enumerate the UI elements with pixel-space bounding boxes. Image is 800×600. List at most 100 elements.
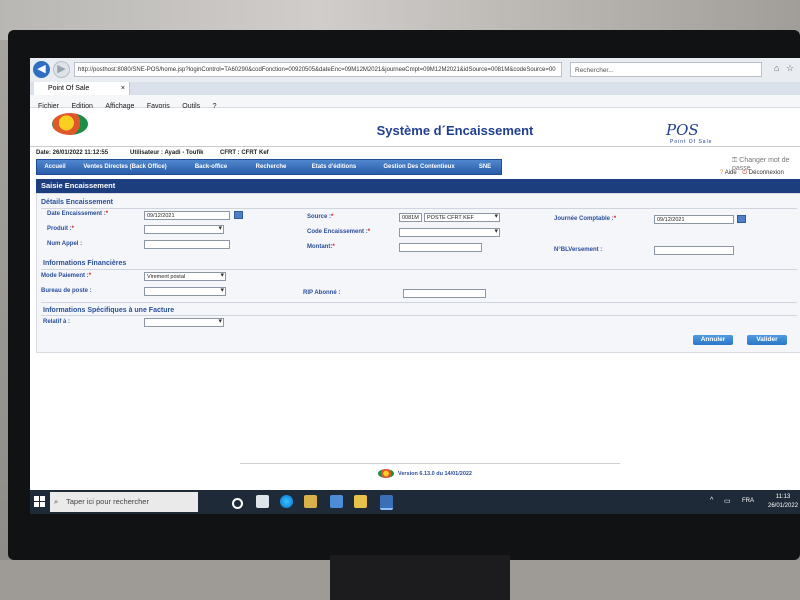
menu-edition[interactable]: Edition — [71, 101, 92, 113]
versement-field[interactable] — [654, 246, 734, 255]
section-details-title: Détails Encaissement — [41, 199, 113, 206]
tray-language[interactable]: FRA — [742, 498, 754, 504]
main-nav: Accueil Ventes Directes (Back Office) Ba… — [36, 159, 502, 175]
session-date: Date: 26/01/2022 11:12:55 — [36, 150, 109, 156]
session-info-bar: Date: 26/01/2022 11:12:55 Utilisateur : … — [30, 146, 800, 159]
date-encaissement-field[interactable]: 09/12/2021 — [144, 211, 230, 220]
tab-sne[interactable]: SNE — [471, 160, 499, 174]
form-panel: Détails Encaissement Date Encaissement :… — [36, 193, 800, 353]
montant-field[interactable] — [399, 243, 482, 252]
pos-logo: POS — [666, 121, 699, 139]
logout-link[interactable]: Déconnexion — [749, 170, 784, 176]
section-divider — [41, 302, 797, 303]
taskbar-search-input[interactable]: ⌕ Taper ici pour rechercher — [50, 492, 198, 512]
logout-icon: ⏻ — [742, 170, 748, 176]
browser-tab[interactable]: Point Of Sale × — [34, 82, 130, 95]
rip-abonne-field[interactable] — [403, 289, 486, 298]
section-divider — [41, 208, 797, 209]
footer-divider — [240, 463, 620, 464]
menu-affichage[interactable]: Affichage — [105, 101, 134, 113]
footer-logo — [378, 469, 394, 478]
tab-etats-editions[interactable]: Etats d'éditions — [301, 160, 367, 174]
home-icon[interactable]: ⌂ — [774, 63, 779, 73]
bureau-poste-select[interactable] — [144, 287, 226, 296]
monitor-stand — [330, 555, 510, 600]
windows-start-icon[interactable] — [34, 496, 45, 507]
tab-title: Point Of Sale — [48, 85, 90, 92]
tray-chevron-icon[interactable]: ^ — [710, 497, 713, 504]
mail-icon[interactable] — [330, 495, 343, 508]
num-appel-field[interactable] — [144, 240, 230, 249]
session-center: CFRT : CFRT Kef — [220, 150, 269, 156]
cancel-button[interactable]: Annuler — [693, 335, 733, 345]
tray-time: 11:13 — [775, 494, 791, 500]
menu-fichier[interactable]: Fichier — [38, 101, 59, 113]
validate-button[interactable]: Valider — [747, 335, 787, 345]
edge-icon[interactable] — [280, 495, 293, 508]
menu-favoris[interactable]: Favoris — [147, 101, 170, 113]
date-encaissement-label: Date Encaissement :* — [47, 211, 109, 217]
tab-back-office[interactable]: Back-office — [181, 160, 241, 174]
rip-abonne-label: RIP Abonné : — [303, 290, 341, 296]
menu-outils[interactable]: Outils — [182, 101, 200, 113]
section-divider — [41, 269, 797, 270]
back-arrow-icon[interactable]: ◀ — [33, 61, 50, 78]
monitor-screen: ◀ ▶ http://posthost:8080/SNE-POS/home.js… — [30, 58, 800, 514]
browser-search-input[interactable]: Rechercher... — [570, 62, 762, 77]
search-icon: ⌕ — [54, 497, 59, 506]
header-links: ? Aide ⏻ Déconnexion — [720, 170, 784, 177]
bureau-poste-label: Bureau de poste : — [41, 288, 92, 294]
montant-label: Montant:* — [307, 244, 335, 250]
network-icon[interactable]: ▭ — [724, 497, 731, 505]
taskbar-search-placeholder: Taper ici pour rechercher — [66, 497, 149, 506]
calendar-icon[interactable] — [234, 211, 243, 219]
url-input[interactable]: http://posthost:8080/SNE-POS/home.jsp?lo… — [74, 62, 562, 77]
tab-gestion-contentieux[interactable]: Gestion Des Contentieux — [369, 160, 469, 174]
section-facture-title: Informations Spécifiques à une Facture — [43, 307, 175, 314]
file-explorer-icon[interactable] — [354, 495, 367, 508]
forward-arrow-icon[interactable]: ▶ — [53, 61, 70, 78]
page-title: Système d´Encaissement — [376, 123, 534, 138]
code-encaissement-label: Code Encaissement :* — [307, 229, 371, 235]
close-icon[interactable]: × — [121, 82, 125, 95]
store-icon[interactable] — [304, 495, 317, 508]
menu-help[interactable]: ? — [213, 101, 217, 113]
tt-logo — [52, 113, 88, 135]
widgets-icon[interactable] — [256, 495, 269, 508]
session-user: Utilisateur : Ayadi - Toufik — [130, 150, 204, 156]
journee-comptable-field[interactable]: 09/12/2021 — [654, 215, 734, 224]
taskbar: ⌕ Taper ici pour rechercher ^ ▭ FRA 11:1… — [30, 490, 800, 514]
source-select[interactable]: POSTE CFRT KEF — [424, 213, 500, 222]
section-finance-title: Informations Financières — [43, 260, 127, 267]
browser-menu-bar: Fichier Edition Affichage Favoris Outils… — [30, 95, 800, 110]
versement-label: N°BLVersement : — [554, 247, 603, 253]
ie-icon[interactable] — [380, 495, 393, 510]
produit-label: Produit :* — [47, 226, 75, 232]
code-encaissement-select[interactable] — [399, 228, 500, 237]
browser-tab-strip: Point Of Sale × — [30, 82, 800, 95]
mode-paiement-label: Mode Paiement :* — [41, 273, 92, 279]
tab-accueil[interactable]: Accueil — [37, 160, 73, 174]
star-icon[interactable]: ☆ — [786, 63, 794, 74]
source-code-field[interactable]: 0081M — [399, 213, 422, 222]
form-title: Saisie Encaissement — [36, 179, 800, 193]
calendar-icon[interactable] — [737, 215, 746, 223]
tab-ventes-directes[interactable]: Ventes Directes (Back Office) — [75, 160, 175, 174]
version-text: Version 6.13.0 du 14/01/2022 — [398, 471, 472, 477]
tray-clock[interactable]: 11:13 26/01/2022 — [768, 493, 798, 511]
produit-select[interactable] — [144, 225, 224, 234]
tray-date: 26/01/2022 — [768, 503, 799, 509]
pos-subtitle: Point Of Sale — [670, 139, 713, 145]
help-icon: ? — [720, 170, 724, 176]
task-view-icon[interactable] — [232, 498, 243, 509]
section-divider — [41, 315, 797, 316]
mode-paiement-select[interactable]: Virement postal — [144, 272, 226, 281]
source-label: Source :* — [307, 214, 334, 220]
relatif-label: Relatif à : — [43, 319, 71, 325]
tab-recherche[interactable]: Recherche — [243, 160, 299, 174]
help-link[interactable]: Aide — [725, 170, 737, 176]
num-appel-label: Num Appel : — [47, 241, 83, 247]
relatif-select[interactable] — [144, 318, 224, 327]
journee-comptable-label: Journée Comptable :* — [554, 216, 617, 222]
browser-address-bar: ◀ ▶ http://posthost:8080/SNE-POS/home.js… — [30, 58, 800, 83]
